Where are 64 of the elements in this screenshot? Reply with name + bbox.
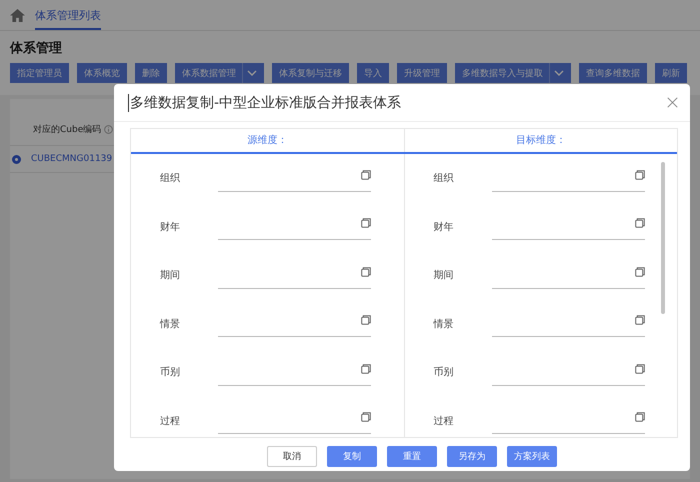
close-icon[interactable] (667, 97, 678, 108)
toolbar-button[interactable]: 升级管理 (397, 63, 447, 83)
copy-icon[interactable] (634, 266, 644, 277)
copy-icon[interactable] (361, 218, 371, 228)
copy-icon[interactable] (634, 170, 644, 180)
input-field[interactable] (492, 216, 644, 240)
field-label: 情景 (160, 318, 181, 331)
input-field[interactable] (492, 313, 644, 338)
field-label: 币别 (160, 366, 181, 380)
toolbar-button[interactable]: 导入 (357, 63, 389, 83)
toolbar-button[interactable]: 查询多维数据 (579, 63, 647, 83)
column-heading: 源维度： (246, 134, 288, 148)
input-field[interactable] (492, 264, 644, 289)
primary-button[interactable]: 方案列表 (507, 446, 557, 467)
input-field[interactable] (218, 264, 371, 289)
field-label: 财年 (434, 220, 454, 234)
input-field[interactable] (218, 362, 371, 386)
input-field[interactable] (492, 168, 644, 192)
input-field[interactable] (218, 410, 371, 434)
toolbar-button[interactable]: 体系概览 (77, 63, 127, 83)
toolbar-button[interactable]: 多维数据导入与提取 (455, 63, 571, 83)
input-field[interactable] (218, 168, 371, 192)
scrollbar[interactable] (661, 162, 665, 314)
home-icon[interactable] (10, 8, 25, 22)
field-label: 过程 (434, 414, 454, 428)
field-label: 财年 (160, 220, 181, 234)
field-label: 过程 (160, 414, 181, 428)
copy-icon[interactable] (361, 315, 371, 326)
copy-icon[interactable] (634, 412, 644, 422)
radio-button[interactable] (12, 154, 21, 164)
field-label: 情景 (434, 318, 454, 331)
field-label: 币别 (434, 366, 454, 380)
copy-icon[interactable] (361, 412, 371, 422)
field-label: 组织 (160, 172, 181, 186)
copy-icon[interactable] (634, 218, 644, 228)
table-cell: CUBECMNG01139 (31, 154, 112, 164)
toolbar-button[interactable]: 体系数据管理 (175, 63, 264, 83)
input-field[interactable] (492, 362, 644, 386)
dialog-title: 多维数据复制-中型企业标准版合并报表体系 (128, 94, 402, 112)
page-title: 体系管理 (0, 31, 700, 63)
input-field[interactable] (492, 410, 644, 434)
copy-icon[interactable] (634, 364, 644, 374)
toolbar-button[interactable]: 指定管理员 (10, 63, 69, 83)
info-icon (104, 124, 114, 134)
caret-icon (554, 70, 564, 76)
primary-button[interactable]: 另存为 (447, 446, 497, 467)
copy-icon[interactable] (361, 266, 371, 277)
field-label: 组织 (434, 172, 454, 186)
copy-icon[interactable] (361, 170, 371, 180)
caret-icon (247, 70, 257, 76)
toolbar-button[interactable]: 体系复制与迁移 (272, 63, 349, 83)
copy-icon[interactable] (634, 315, 644, 326)
field-label: 期间 (434, 268, 454, 282)
field-label: 期间 (160, 268, 181, 282)
input-field[interactable] (218, 313, 371, 338)
toolbar-button[interactable]: 刷新 (655, 63, 687, 83)
copy-icon[interactable] (361, 364, 371, 374)
column-header: 对应的Cube编码 (33, 124, 102, 136)
primary-button[interactable]: 复制 (327, 446, 377, 467)
input-field[interactable] (218, 216, 371, 240)
column-heading: 目标维度： (404, 129, 677, 152)
toolbar-button[interactable]: 删除 (135, 63, 167, 83)
primary-button[interactable]: 重置 (387, 446, 437, 467)
cancel-button[interactable]: 取消 (267, 446, 317, 467)
